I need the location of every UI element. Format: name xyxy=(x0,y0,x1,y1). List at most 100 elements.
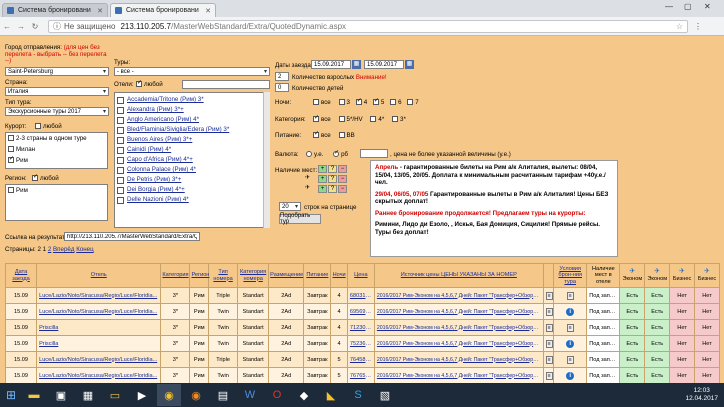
meal-checkbox[interactable]: BB xyxy=(338,132,355,139)
category-checkbox[interactable]: 4* xyxy=(370,116,384,123)
resort-any-checkbox[interactable]: любой xyxy=(35,123,62,130)
bookmark-star-icon[interactable]: ☆ xyxy=(676,22,683,31)
category-checkbox[interactable]: 5*/HV xyxy=(338,116,363,123)
file-explorer-icon[interactable]: ▬ xyxy=(22,384,46,406)
region-option[interactable]: Рим xyxy=(8,187,105,198)
document-icon[interactable]: ≡ xyxy=(545,371,553,380)
hotel-option[interactable]: Alexandra (Рим) 3*+ xyxy=(115,105,269,115)
files-icon[interactable]: ▤ xyxy=(211,384,235,406)
skype-icon[interactable]: S xyxy=(346,384,370,406)
info-icon[interactable]: i xyxy=(566,371,575,380)
price-link[interactable]: 68031 рб xyxy=(346,287,375,304)
price-source-link[interactable]: 2016/2017 Рим-Эконом на 4,5,6,7 Дней: Па… xyxy=(373,303,544,320)
minimize-icon[interactable]: — xyxy=(665,2,673,11)
col-booking-terms[interactable]: Условия брон-ния тура xyxy=(553,263,588,288)
hotel-option[interactable]: Delle Nazioni (Рим) 4* xyxy=(115,195,269,205)
seats-request-icon[interactable]: ? xyxy=(328,185,337,193)
category-checkbox[interactable]: 3* xyxy=(392,116,406,123)
store-icon[interactable]: ▣ xyxy=(49,384,73,406)
hotel-link[interactable]: Luce/Lazio/Noto/Siracusa/Regio/Luce/Flor… xyxy=(36,367,162,383)
date-from-input[interactable]: 15.09.2017 xyxy=(311,60,351,69)
col-hotel[interactable]: Отель xyxy=(36,263,162,288)
hotel-option[interactable]: Anglo Americano (Рим) 4* xyxy=(115,115,269,125)
nights-checkbox[interactable]: 4 xyxy=(355,97,367,106)
result-link-input[interactable]: http://213.110.205.7/MasterWebStandard/E… xyxy=(64,232,200,241)
document-icon[interactable]: ≡ xyxy=(545,339,553,348)
col-accommodation[interactable]: Размещение xyxy=(268,263,305,288)
media-icon[interactable]: ▶ xyxy=(130,384,154,406)
seats-yes-icon[interactable]: + xyxy=(318,185,327,193)
hotel-link[interactable]: Priscilla xyxy=(36,335,162,352)
document-icon[interactable]: ≡ xyxy=(545,291,553,300)
maximize-icon[interactable]: ▢ xyxy=(684,2,692,11)
col-date[interactable]: Дата заезда xyxy=(4,263,38,288)
adults-input[interactable]: 2 xyxy=(275,72,289,81)
calculator-icon[interactable]: ▦ xyxy=(76,384,100,406)
col-room-type[interactable]: Тип номера xyxy=(208,263,239,288)
col-nights[interactable]: Ночи xyxy=(330,263,348,288)
nights-all-checkbox[interactable]: все xyxy=(313,99,331,106)
info-icon[interactable]: i xyxy=(566,339,575,348)
folder-icon[interactable]: ▭ xyxy=(103,384,127,406)
city-select[interactable]: Saint-Petersburg xyxy=(5,67,109,76)
price-link[interactable]: 75236 рб xyxy=(346,335,375,352)
price-source-link[interactable]: 2016/2017 Рим-Эконом на 4,5,6,7 Дней: Па… xyxy=(373,367,544,383)
col-region[interactable]: Регион xyxy=(189,263,209,288)
hotel-option[interactable]: Dei Borgia (Рим) 4*+ xyxy=(115,185,269,195)
document-icon[interactable]: ≡ xyxy=(566,355,574,364)
hotel-option[interactable]: Buenos Aires (Рим) 3*+ xyxy=(115,135,269,145)
back-icon[interactable]: ← xyxy=(0,22,14,31)
close-window-icon[interactable]: ✕ xyxy=(704,2,711,11)
find-tour-button[interactable]: Подобрать тур xyxy=(279,213,321,225)
document-icon[interactable]: ≡ xyxy=(545,355,553,364)
hotel-option[interactable]: De Petris (Рим) 3*+ xyxy=(115,175,269,185)
reload-icon[interactable]: ↻ xyxy=(28,22,42,31)
hotel-filter-input[interactable] xyxy=(182,80,270,89)
price-source-link[interactable]: 2016/2017 Рим-Эконом на 4,5,6,7 Дней: Па… xyxy=(373,351,544,368)
app-icon[interactable]: ◆ xyxy=(292,384,316,406)
hotel-option[interactable]: Colonna Palace (Рим) 4* xyxy=(115,165,269,175)
windows-start-icon[interactable]: ⊞ xyxy=(0,383,22,407)
currency-rub-radio[interactable]: рб xyxy=(333,149,348,158)
seats-no-icon[interactable]: − xyxy=(338,175,347,183)
seats-no-icon[interactable]: − xyxy=(338,165,347,173)
nights-checkbox[interactable]: 6 xyxy=(390,99,402,106)
info-icon[interactable]: i xyxy=(566,307,575,316)
hotels-list[interactable]: Accademia/Tritone (Рим) 3* Alexandra (Ри… xyxy=(114,92,270,228)
nights-checkbox[interactable]: 5 xyxy=(372,97,384,106)
children-input[interactable]: 0 xyxy=(275,83,289,92)
hotels-any-checkbox[interactable]: любой xyxy=(136,79,163,88)
url-input[interactable]: ⓘ Не защищено 213.110.205.7 /MasterWebSt… xyxy=(48,19,688,33)
browser-tab-2[interactable]: Система бронировани ✕ xyxy=(110,3,216,17)
country-select[interactable]: Италия xyxy=(5,87,109,96)
seats-request-icon[interactable]: ? xyxy=(328,165,337,173)
close-tab-icon[interactable]: ✕ xyxy=(97,7,103,15)
resort-option[interactable]: Милан xyxy=(8,146,105,157)
price-link[interactable]: 76765 рб xyxy=(346,367,375,383)
tours-select[interactable]: - все - xyxy=(114,67,270,76)
col-room-category[interactable]: Категория номера xyxy=(237,263,270,288)
info-icon[interactable]: ⓘ xyxy=(53,21,61,32)
region-any-checkbox[interactable]: любой xyxy=(32,173,59,182)
menu-icon[interactable]: ⋮ xyxy=(694,22,702,31)
hotel-link[interactable]: Luce/Lazio/Noto/Siracusa/Regio/Luce/Flor… xyxy=(36,287,162,304)
hotel-option[interactable]: Cainidi (Рим) 4* xyxy=(115,145,269,155)
category-all-checkbox[interactable]: все xyxy=(313,114,331,123)
hotels-scrollbar[interactable] xyxy=(263,92,270,228)
batman-icon[interactable]: ◣ xyxy=(319,384,343,406)
date-to-input[interactable]: 15.09.2017 xyxy=(364,60,404,69)
chrome-icon[interactable]: ◉ xyxy=(157,384,181,406)
col-price-source[interactable]: Источник цены ЦЕНЫ УКАЗАНЫ ЗА НОМЕР xyxy=(373,263,544,288)
calendar-icon[interactable]: ▦ xyxy=(405,60,414,69)
hotel-link[interactable]: Luce/Lazio/Noto/Siracusa/Regio/Luce/Flor… xyxy=(36,351,162,368)
seats-request-icon[interactable]: ? xyxy=(328,175,337,183)
resort-option[interactable]: Рим xyxy=(8,155,105,168)
price-source-link[interactable]: 2016/2017 Рим-Эконом на 4,5,6,7 Дней: Па… xyxy=(373,287,544,304)
next-page-link[interactable]: Вперёд xyxy=(53,246,74,253)
document-icon[interactable]: ≡ xyxy=(545,307,553,316)
hotel-link[interactable]: Priscilla xyxy=(36,319,162,336)
price-link[interactable]: 69569 рб xyxy=(346,303,375,320)
page-2-link[interactable]: 2 xyxy=(48,246,51,253)
resort-option[interactable]: 2-3 страны в одном туре xyxy=(8,135,105,146)
price-source-link[interactable]: 2016/2017 Рим-Эконом на 4,5,6,7 Дней: Па… xyxy=(373,319,544,336)
